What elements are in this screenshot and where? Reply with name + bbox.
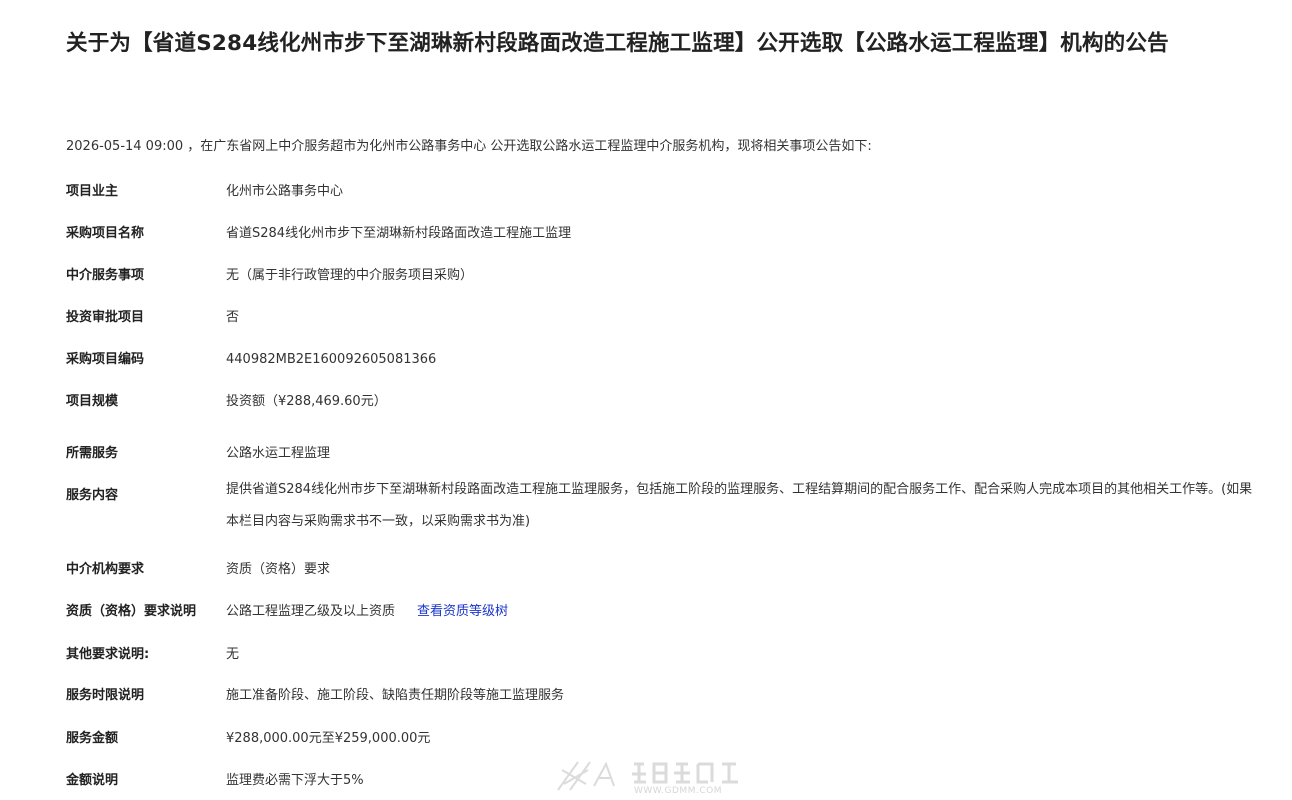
label-service-content: 服务内容 (66, 488, 119, 503)
label-required-service: 所需服务 (66, 446, 119, 461)
value-service-time-limit: 施工准备阶段、施工阶段、缺陷责任期阶段等施工监理服务 (226, 688, 565, 703)
value-procurement-code: 440982MB2E160092605081366 (226, 352, 437, 367)
value-procurement-name: 省道S284线化州市步下至湖琳新村段路面改造工程施工监理 (226, 226, 572, 241)
value-service-content: 提供省道S284线化州市步下至湖琳新村段路面改造工程施工监理服务，包括施工阶段的… (226, 482, 1253, 529)
value-service-amount: ¥288,000.00元至¥259,000.00元 (226, 731, 431, 746)
qualification-text: 公路工程监理乙级及以上资质 (226, 604, 396, 619)
label-service-amount: 服务金额 (66, 731, 119, 746)
value-agency-requirement: 资质（资格）要求 (226, 562, 331, 577)
value-intermediary-matter: 无（属于非行政管理的中介服务项目采购） (226, 268, 474, 283)
value-amount-note: 监理费必需下浮大于5% (226, 773, 364, 788)
label-amount-note: 金额说明 (66, 773, 119, 788)
label-other-requirements: 其他要求说明: (66, 647, 150, 662)
page-title: 关于为【省道S284线化州市步下至湖琳新村段路面改造工程施工监理】公开选取【公路… (66, 31, 1169, 56)
view-qualification-tree-link[interactable]: 查看资质等级树 (417, 604, 508, 619)
value-other-requirements: 无 (226, 647, 240, 662)
label-project-owner: 项目业主 (66, 184, 119, 199)
value-required-service: 公路水运工程监理 (226, 446, 331, 461)
label-investment-approval: 投资审批项目 (66, 310, 145, 325)
value-project-scale: 投资额（¥288,469.60元） (226, 394, 387, 409)
announcement-intro: 2026-05-14 09:00 ，在广东省网上中介服务超市为化州市公路事务中心… (66, 139, 872, 154)
label-agency-requirement: 中介机构要求 (66, 562, 145, 577)
label-service-time-limit: 服务时限说明 (66, 688, 145, 703)
value-project-owner: 化州市公路事务中心 (226, 184, 344, 199)
label-qualification-desc: 资质（资格）要求说明 (66, 604, 197, 619)
label-procurement-name: 采购项目名称 (66, 226, 145, 241)
label-procurement-code: 采购项目编码 (66, 352, 145, 367)
value-investment-approval: 否 (226, 310, 240, 325)
label-intermediary-matter: 中介服务事项 (66, 268, 145, 283)
value-qualification-desc: 公路工程监理乙级及以上资质 查看资质等级树 (226, 602, 1262, 622)
label-project-scale: 项目规模 (66, 394, 119, 409)
